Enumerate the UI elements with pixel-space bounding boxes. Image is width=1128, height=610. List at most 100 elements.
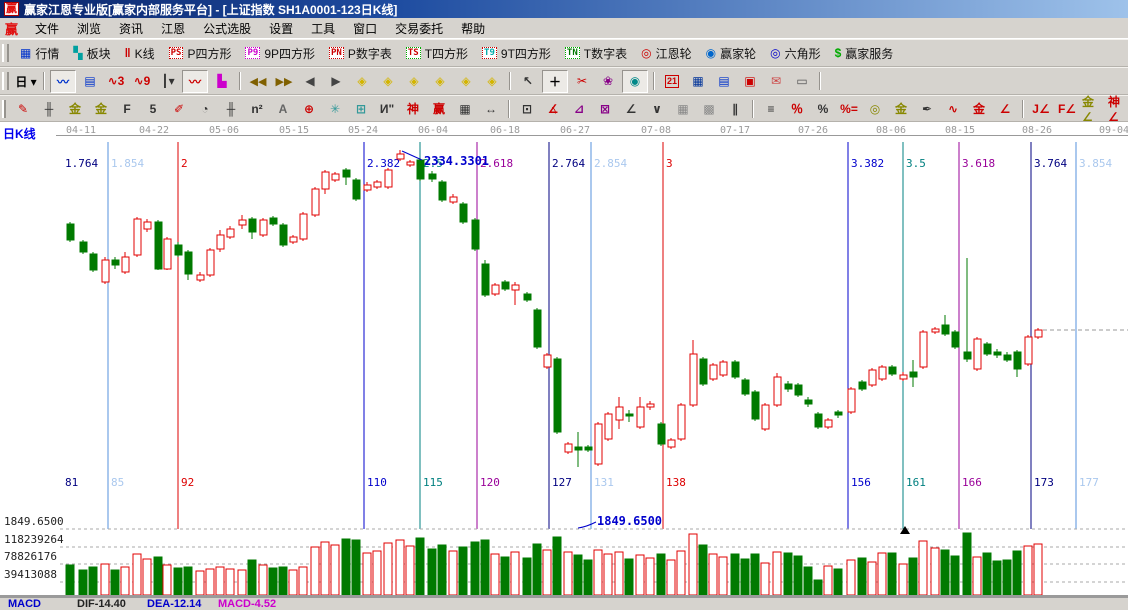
tool-pen-note[interactable]: ✒ (915, 98, 939, 119)
toolbar-9p-square-button[interactable]: P99P四方形 (238, 43, 322, 64)
tool-n-square[interactable]: n² (245, 98, 269, 119)
volume-bar (657, 554, 665, 595)
tool-gann-diamond-out[interactable]: ◈ (454, 71, 478, 92)
tool-pen-tool[interactable]: ✎ (11, 98, 35, 119)
tool-gann-fan[interactable]: ∡ (541, 98, 565, 119)
tool-last-bar[interactable]: ▶▶ (272, 71, 296, 92)
tool-candle-style-dropdown[interactable]: ┃▾ (156, 71, 180, 92)
tool-span-arrows[interactable]: ↔ (479, 98, 503, 119)
tool-pct-line[interactable]: ％ (785, 98, 809, 119)
tool-grid-123[interactable]: ▦ (453, 98, 477, 119)
toolbar-kline-button[interactable]: ‖K线 (118, 43, 162, 64)
wave-tool-icon: ∿ (948, 102, 958, 116)
tool-period-day-dropdown[interactable]: 日 ▾ (14, 71, 38, 92)
toolbar-quotes-button[interactable]: ▦行情 (13, 43, 66, 64)
chart-canvas[interactable]: 04-1104-2205-0605-1505-2406-0406-1806-27… (0, 122, 1128, 595)
tool-ruler-tool[interactable]: ≡ (759, 98, 783, 119)
toolbar-winner-wheel-button[interactable]: ◉赢家轮 (699, 43, 764, 64)
tool-cut-tool[interactable]: ✂ (570, 71, 594, 92)
tool-k-mark[interactable]: И" (375, 98, 399, 119)
tool-box-tool[interactable]: ⊡ (515, 98, 539, 119)
tool-print[interactable]: ▭ (790, 71, 814, 92)
tool-pct-levels[interactable]: %= (837, 98, 861, 119)
tool-parallel-lines[interactable]: ∥ (723, 98, 747, 119)
tool-gold-gate-2[interactable]: 金 (89, 98, 113, 119)
tool-gann-shape-tool[interactable]: ◉ (622, 70, 648, 93)
tool-rocket-tool[interactable]: ✐ (167, 98, 191, 119)
tool-trend-angle[interactable]: ∠ (619, 98, 643, 119)
tool-gann-diamond-all[interactable]: ◈ (480, 71, 504, 92)
toolbar-winner-service-button[interactable]: $赢家服务 (828, 43, 901, 64)
toolbar-sectors-button[interactable]: ▚板块 (66, 43, 117, 64)
toolbar-t-number-table-button[interactable]: TNT数字表 (558, 43, 634, 64)
tool-gann-web[interactable]: ✳ (323, 98, 347, 119)
volume-bar (311, 547, 319, 595)
tool-gold-levels[interactable]: 金 (889, 98, 913, 119)
tool-v-wave[interactable]: ∨ (645, 98, 669, 119)
tool-prev-bar[interactable]: ◀ (298, 71, 322, 92)
tool-volume-histogram[interactable]: ▙ (210, 71, 234, 92)
menu-item-news[interactable]: 资讯 (110, 19, 152, 38)
tool-a-angle[interactable]: A (271, 98, 295, 119)
candle-body (217, 235, 224, 249)
tool-clock-tool[interactable]: ◔ (193, 98, 217, 119)
menu-item-window[interactable]: 窗口 (344, 19, 386, 38)
tool-gold-angle[interactable]: 金∠ (1081, 98, 1105, 119)
toolbar-gann-wheel-button[interactable]: ◎江恩轮 (634, 43, 699, 64)
tool-gann-compass[interactable]: ⊕ (297, 98, 321, 119)
tool-crosshair-tool[interactable]: ＋ (542, 70, 568, 93)
tool-grid-arrow[interactable]: ▩ (697, 98, 721, 119)
menu-item-settings[interactable]: 设置 (260, 19, 302, 38)
tool-f-gate[interactable]: F (115, 98, 139, 119)
toolbar-p-square-button[interactable]: PSP四方形 (162, 43, 239, 64)
tool-next-bar[interactable]: ▶ (324, 71, 348, 92)
tool-spiral-5[interactable]: 5 (141, 98, 165, 119)
tool-gold-gate-1[interactable]: 金 (63, 98, 87, 119)
tool-time-lines-2[interactable]: ╫ (219, 98, 243, 119)
tool-grid-small[interactable]: ▦ (671, 98, 695, 119)
toolbar-t-square-button[interactable]: TST四方形 (399, 43, 475, 64)
toolbar-9t-square-button[interactable]: T99T四方形 (475, 43, 558, 64)
toolbar-p-number-table-button[interactable]: PNP数字表 (322, 43, 399, 64)
tool-win-gate[interactable]: 赢 (427, 98, 451, 119)
tool-gann-grid-web[interactable]: ⊞ (349, 98, 373, 119)
menu-item-browse[interactable]: 浏览 (68, 19, 110, 38)
tool-mail[interactable]: ✉ (764, 71, 788, 92)
menu-item-trade[interactable]: 交易委托 (386, 19, 452, 38)
menu-item-help[interactable]: 帮助 (452, 19, 494, 38)
indicator-name[interactable]: MACD (8, 598, 41, 610)
tool-f-angle[interactable]: F∠ (1055, 98, 1079, 119)
tool-calculator[interactable]: ▦ (686, 71, 710, 92)
tool-gann-diamond-left[interactable]: ◈ (350, 71, 374, 92)
tool-hand-tool[interactable]: ↖ (516, 71, 540, 92)
tool-fan-box-1[interactable]: ⊿ (567, 98, 591, 119)
tool-first-bar[interactable]: ◀◀ (246, 71, 270, 92)
menu-item-formula-pick[interactable]: 公式选股 (194, 19, 260, 38)
menu-item-tools[interactable]: 工具 (302, 19, 344, 38)
tool-gann-diamond-right[interactable]: ◈ (376, 71, 400, 92)
tool-chart-9min[interactable]: ∿9 (130, 71, 154, 92)
tool-wave-tool[interactable]: ∿ (941, 98, 965, 119)
tool-notes[interactable]: ▤ (712, 71, 736, 92)
tool-angle-line[interactable]: ∠ (993, 98, 1017, 119)
menu-item-gann[interactable]: 江恩 (152, 19, 194, 38)
tool-percent-tool[interactable]: % (811, 98, 835, 119)
tool-pattern-tool[interactable]: ❀ (596, 71, 620, 92)
tool-save[interactable]: ▣ (738, 71, 762, 92)
tool-calendar[interactable]: 21 (660, 71, 684, 92)
tool-chart-blue-tool[interactable]: 〰 (50, 70, 76, 93)
tool-gann-diamond-in[interactable]: ◈ (428, 71, 452, 92)
tool-chart-3min[interactable]: ∿3 (104, 71, 128, 92)
tool-time-lines-1[interactable]: ╫ (37, 98, 61, 119)
tool-gold-circle[interactable]: ◎ (863, 98, 887, 119)
tool-god-angle[interactable]: 神∠ (1107, 98, 1128, 119)
tool-god-gate[interactable]: 神 (401, 98, 425, 119)
tool-j-angle[interactable]: J∠ (1029, 98, 1053, 119)
toolbar-hexagon-button[interactable]: ◎六角形 (763, 43, 828, 64)
tool-gann-diamond-both[interactable]: ◈ (402, 71, 426, 92)
tool-chart-red-tool[interactable]: 〰 (182, 70, 208, 93)
tool-gold-line[interactable]: 金 (967, 98, 991, 119)
tool-fan-box-2[interactable]: ⊠ (593, 98, 617, 119)
tool-info-panel[interactable]: ▤ (78, 71, 102, 92)
menu-item-file[interactable]: 文件 (26, 19, 68, 38)
